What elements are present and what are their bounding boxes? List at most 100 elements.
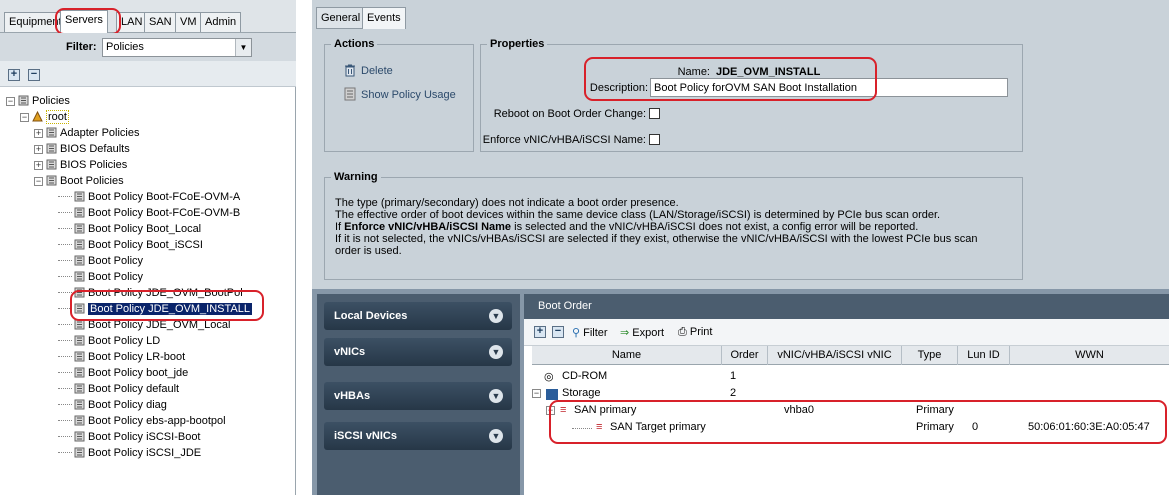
tree-node-policies[interactable]: − Policies: [6, 94, 70, 109]
actions-group: Actions Delete Show Policy Usage: [324, 38, 474, 152]
expand-icon[interactable]: +: [34, 129, 43, 138]
tree-node-boot-policy[interactable]: Boot Policy JDE_OVM_BootPol: [58, 286, 243, 301]
cell-order: 1: [730, 370, 737, 382]
tree-label: Boot Policy Boot-FCoE-OVM-B: [88, 207, 241, 219]
tree-label: Adapter Policies: [60, 127, 140, 139]
tree-node-boot-policy[interactable]: Boot Policy LD: [58, 334, 160, 349]
san-target-icon: ≡: [596, 421, 603, 433]
chevron-down-icon: ▼: [489, 429, 503, 443]
tree-connector: [572, 428, 592, 429]
chevron-down-icon: ▼: [489, 345, 503, 359]
tree-node-adapter-policies[interactable]: + Adapter Policies: [34, 126, 140, 141]
storage-icon: [546, 389, 558, 400]
policy-icon: [74, 335, 85, 346]
tree-node-boot-policy[interactable]: Boot Policy default: [58, 382, 179, 397]
local-devices-button[interactable]: Local Devices ▼: [324, 302, 512, 330]
tree-node-boot-policy[interactable]: Boot Policy Boot_iSCSI: [58, 238, 203, 253]
tree-node-boot-policy-selected[interactable]: Boot Policy JDE_OVM_INSTALL: [58, 302, 252, 317]
policy-icon: [74, 287, 85, 298]
reboot-on-change-row: Reboot on Boot Order Change:: [488, 108, 660, 120]
tree-label: Boot Policy LD: [88, 335, 161, 347]
tree-node-boot-policy[interactable]: Boot Policy iSCSI-Boot: [58, 430, 201, 445]
tree-node-boot-policy[interactable]: Boot Policy boot_jde: [58, 366, 188, 381]
tree-node-boot-policies[interactable]: − Boot Policies: [34, 174, 124, 189]
expand-all-button[interactable]: +: [8, 69, 20, 81]
policy-icon: [74, 383, 85, 394]
tree-node-boot-policy[interactable]: Boot Policy Boot_Local: [58, 222, 201, 237]
expand-icon[interactable]: +: [34, 161, 43, 170]
description-input[interactable]: [650, 78, 1008, 97]
name-value: JDE_OVM_INSTALL: [716, 66, 820, 78]
export-button[interactable]: ⇒ Export: [620, 326, 664, 339]
collapse-button[interactable]: −: [552, 326, 564, 338]
column-header-name[interactable]: Name: [532, 346, 722, 365]
column-header-order[interactable]: Order: [722, 346, 768, 365]
column-header-vnic[interactable]: vNIC/vHBA/iSCSI vNIC: [768, 346, 902, 365]
nav-tab-bar: Equipment Servers LAN SAN VM Admin: [0, 0, 296, 33]
filter-select[interactable]: Policies ▼: [102, 38, 252, 57]
tree-label: BIOS Policies: [60, 159, 128, 171]
policy-icon: [18, 95, 29, 106]
tree-node-root[interactable]: − root: [20, 110, 69, 125]
table-row[interactable]: − ≡ SAN primary vhba0 Primary: [532, 403, 1169, 420]
tree-node-boot-policy[interactable]: Boot Policy: [58, 254, 143, 269]
collapse-icon[interactable]: −: [6, 97, 15, 106]
table-row[interactable]: ◎ CD-ROM 1: [532, 369, 1169, 386]
warning-line: If it is not selected, the vNICs/vHBAs/i…: [335, 233, 978, 245]
table-row[interactable]: − Storage 2: [532, 386, 1169, 403]
vnics-button[interactable]: vNICs ▼: [324, 338, 512, 366]
tab-admin[interactable]: Admin: [200, 12, 242, 32]
tab-lan[interactable]: LAN: [116, 12, 148, 32]
tab-servers[interactable]: Servers: [60, 10, 108, 33]
vhbas-button[interactable]: vHBAs ▼: [324, 382, 512, 410]
tree-node-bios-defaults[interactable]: + BIOS Defaults: [34, 142, 130, 157]
print-label: Print: [689, 326, 713, 338]
tab-events[interactable]: Events: [362, 7, 406, 29]
policy-icon: [74, 319, 85, 330]
tree-node-boot-policy[interactable]: Boot Policy Boot-FCoE-OVM-A: [58, 190, 240, 205]
tree-node-boot-policy[interactable]: Boot Policy JDE_OVM_Local: [58, 318, 230, 333]
tree-node-boot-policy[interactable]: Boot Policy LR-boot: [58, 350, 185, 365]
print-button[interactable]: ⎙ Print: [678, 326, 712, 339]
iscsi-vnics-button[interactable]: iSCSI vNICs ▼: [324, 422, 512, 450]
device-list: Local Devices ▼ vNICs ▼ vHBAs ▼ iSCSI vNICs…: [317, 294, 520, 495]
tree-label: Boot Policy boot_jde: [88, 367, 189, 379]
cell-lun-id: 0: [972, 421, 979, 433]
tree-node-boot-policy[interactable]: Boot Policy ebs-app-bootpol: [58, 414, 226, 429]
policy-icon: [74, 447, 85, 458]
column-header-wwn[interactable]: WWN: [1010, 346, 1169, 365]
expand-button[interactable]: +: [534, 326, 546, 338]
table-row[interactable]: ≡ SAN Target primary Primary 0 50:06:01:…: [532, 420, 1169, 437]
tab-general[interactable]: General: [316, 7, 366, 29]
delete-action[interactable]: Delete: [343, 63, 393, 77]
tree-label: Boot Policy ebs-app-bootpol: [88, 415, 226, 427]
chevron-down-icon: ▼: [489, 389, 503, 403]
tree-toolbar: + −: [0, 61, 296, 87]
tree-node-boot-policy[interactable]: Boot Policy diag: [58, 398, 167, 413]
tree-label: Boot Policy JDE_OVM_Local: [88, 319, 231, 331]
tab-equipment[interactable]: Equipment: [4, 12, 67, 32]
collapse-icon[interactable]: −: [20, 113, 29, 122]
enforce-checkbox[interactable]: [649, 134, 660, 145]
collapse-all-button[interactable]: −: [28, 69, 40, 81]
tab-san[interactable]: SAN: [144, 12, 177, 32]
tree-node-bios-policies[interactable]: + BIOS Policies: [34, 158, 127, 173]
device-label: vHBAs: [334, 390, 371, 402]
column-header-type[interactable]: Type: [902, 346, 958, 365]
policy-icon: [74, 191, 85, 202]
collapse-icon[interactable]: −: [34, 177, 43, 186]
show-policy-usage-action[interactable]: Show Policy Usage: [343, 87, 456, 101]
column-header-lun-id[interactable]: Lun ID: [958, 346, 1010, 365]
tree-node-boot-policy[interactable]: Boot Policy iSCSI_JDE: [58, 446, 201, 461]
policy-icon: [74, 351, 85, 362]
tree-node-boot-policy[interactable]: Boot Policy: [58, 270, 143, 285]
expand-icon[interactable]: +: [34, 145, 43, 154]
filter-button[interactable]: ⚲ Filter: [572, 326, 608, 339]
reboot-checkbox[interactable]: [649, 108, 660, 119]
tab-vm[interactable]: VM: [175, 12, 202, 32]
policy-icon: [46, 143, 57, 154]
tree-label: Boot Policy LR-boot: [88, 351, 186, 363]
boot-order-panel: Boot Order + − ⚲ Filter ⇒ Export ⎙ Print…: [524, 294, 1169, 495]
warning-line: The effective order of boot devices with…: [335, 209, 941, 221]
tree-node-boot-policy[interactable]: Boot Policy Boot-FCoE-OVM-B: [58, 206, 240, 221]
